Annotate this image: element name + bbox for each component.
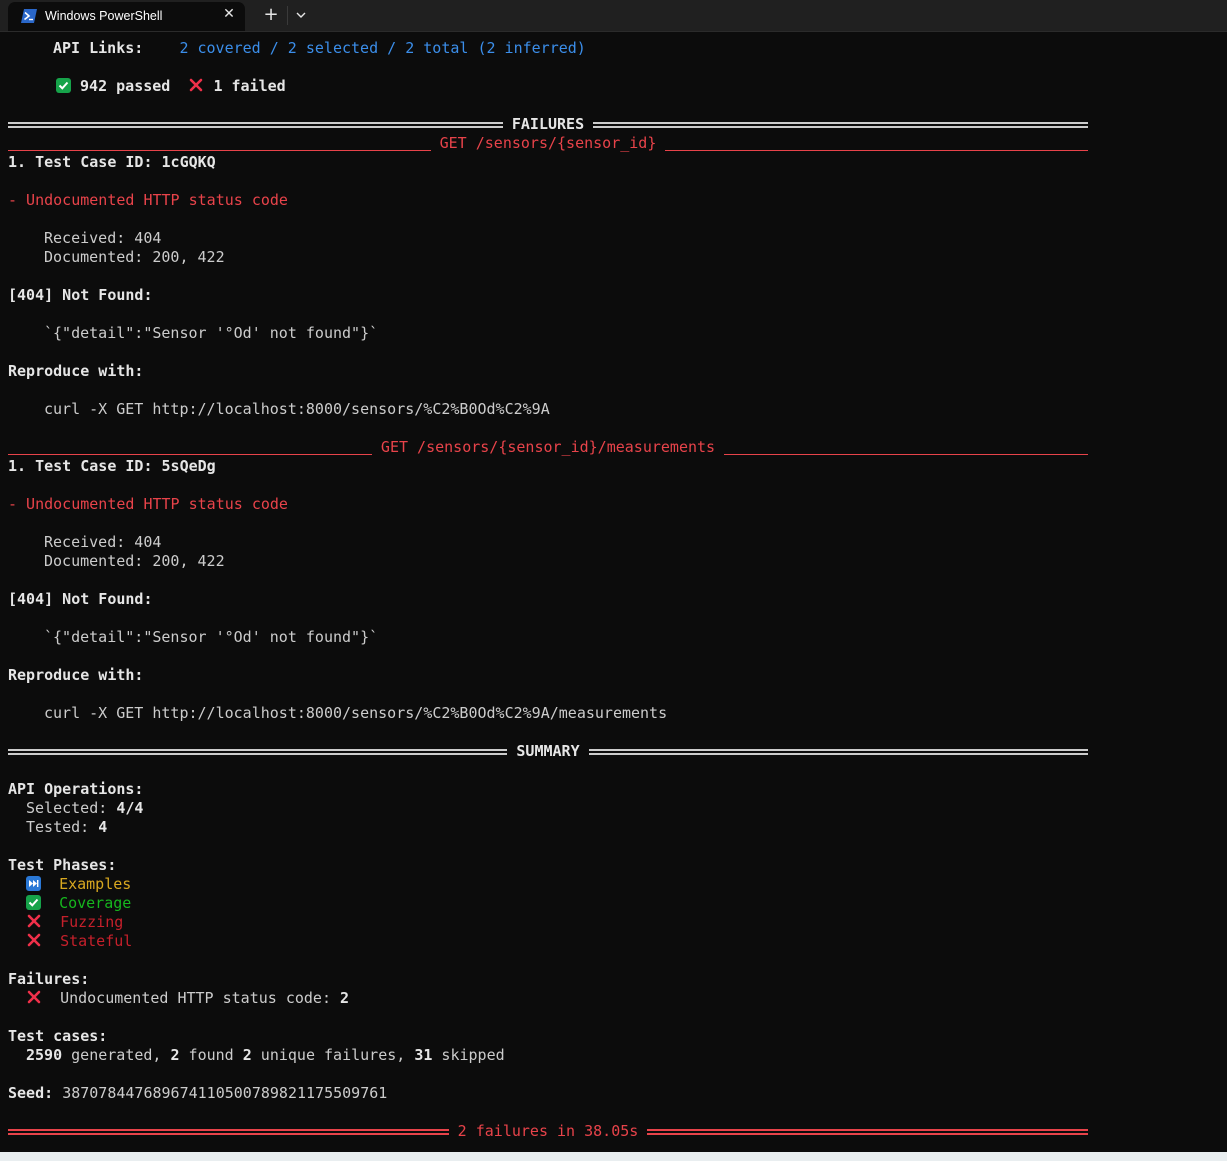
failures-header-label: FAILURES <box>502 115 594 133</box>
new-tab-button[interactable]: + <box>260 4 282 26</box>
tab-windows-powershell[interactable]: Windows PowerShell ✕ <box>8 2 245 31</box>
test-case-id: 1. Test Case ID: 5sQeDg <box>8 457 216 475</box>
failures-section-header: FAILURES <box>8 115 1088 134</box>
reproduce-label: Reproduce with: <box>8 362 144 380</box>
title-bar: Windows PowerShell ✕ + <box>0 0 1227 32</box>
api-links-line: API Links: 2 covered / 2 selected / 2 to… <box>53 39 586 58</box>
cross-icon <box>190 78 203 92</box>
fast-forward-icon <box>26 876 41 891</box>
endpoint-header: GET /sensors/{sensor_id} <box>8 134 1088 153</box>
phase-name: Stateful <box>60 932 133 950</box>
phase-stateful: Stateful <box>26 932 132 951</box>
summary-header-label: SUMMARY <box>507 742 589 760</box>
response-status: [404] Not Found: <box>8 590 153 608</box>
tab-title: Windows PowerShell <box>45 9 163 23</box>
selected-operations: Selected: 4/4 <box>26 799 144 817</box>
test-case-id: 1. Test Case ID: 1cGQKQ <box>8 153 216 171</box>
passed-count: 942 passed <box>80 77 171 95</box>
failure-summary-item: Undocumented HTTP status code: 2 <box>26 989 349 1008</box>
final-result-line: 2 failures in 38.05s <box>8 1122 1088 1141</box>
cross-icon <box>27 914 41 928</box>
endpoint-header: GET /sensors/{sensor_id}/measurements <box>8 438 1089 457</box>
check-icon <box>56 78 71 93</box>
api-operations-label: API Operations: <box>8 780 144 798</box>
tested-operations: Tested: 4 <box>26 818 108 836</box>
failed-count: 1 failed <box>213 77 286 95</box>
phase-coverage: Coverage <box>26 894 131 913</box>
test-phases-label: Test Phases: <box>8 856 117 874</box>
response-status: [404] Not Found: <box>8 286 153 304</box>
progress-results: 942 passed 1 failed <box>56 77 286 96</box>
api-links-label: API Links: <box>53 39 144 57</box>
test-cases-stats: 2590 generated, 2 found 2 unique failure… <box>26 1046 505 1064</box>
failure-check: - Undocumented HTTP status code <box>8 495 288 513</box>
failure-check: - Undocumented HTTP status code <box>8 191 288 209</box>
phase-fuzzing: Fuzzing <box>26 913 123 932</box>
summary-section-header: SUMMARY <box>8 742 1088 761</box>
terminal-output[interactable]: API Links: 2 covered / 2 selected / 2 to… <box>0 31 1227 1152</box>
phase-name: Coverage <box>59 894 132 912</box>
phase-name: Examples <box>59 875 132 893</box>
check-icon <box>26 895 41 910</box>
received-status: Received: 404 <box>44 229 162 247</box>
reproduce-label: Reproduce with: <box>8 666 144 684</box>
api-links-value: 2 covered / 2 selected / 2 total (2 infe… <box>179 39 586 57</box>
failures-label: Failures: <box>8 970 90 988</box>
phase-examples: Examples <box>26 875 131 894</box>
test-cases-label: Test cases: <box>8 1027 108 1045</box>
documented-status: Documented: 200, 422 <box>44 552 225 570</box>
curl-command[interactable]: curl -X GET http://localhost:8000/sensor… <box>44 400 550 419</box>
endpoint-label: GET /sensors/{sensor_id}/measurements <box>371 438 725 456</box>
response-body: `{"detail":"Sensor '°Od' not found"}` <box>44 628 379 646</box>
response-body: `{"detail":"Sensor '°Od' not found"}` <box>44 324 379 342</box>
final-result-label: 2 failures in 38.05s <box>448 1122 648 1140</box>
seed-line: Seed: 3870784476896741105007898211755097… <box>8 1084 388 1102</box>
phase-name: Fuzzing <box>60 913 124 931</box>
cross-icon <box>27 933 41 947</box>
taskbar-strip <box>0 1152 1227 1161</box>
close-tab-icon[interactable]: ✕ <box>222 7 236 21</box>
endpoint-label: GET /sensors/{sensor_id} <box>430 134 666 152</box>
received-status: Received: 404 <box>44 533 162 551</box>
documented-status: Documented: 200, 422 <box>44 248 225 266</box>
curl-command[interactable]: curl -X GET http://localhost:8000/sensor… <box>44 704 667 723</box>
powershell-icon <box>21 9 37 23</box>
tab-separator <box>287 6 288 25</box>
chevron-down-icon[interactable] <box>292 5 310 25</box>
cross-icon <box>27 990 41 1004</box>
